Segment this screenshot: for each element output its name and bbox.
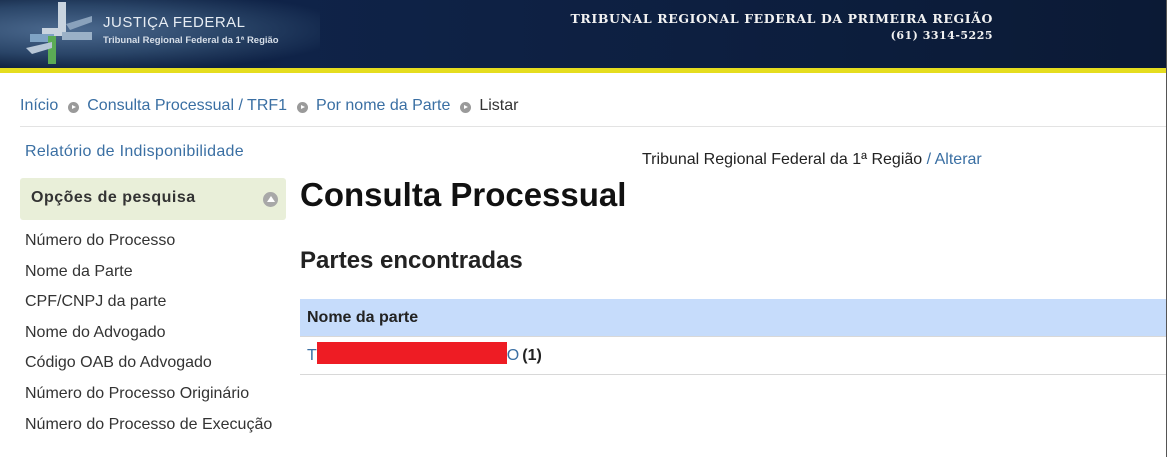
- redaction-block: [316, 342, 507, 365]
- brand-subtitle: Tribunal Regional Federal da 1ª Região: [103, 35, 279, 46]
- breadcrumb-item-consulta-processual[interactable]: Consulta Processual / TRF1: [87, 97, 287, 115]
- sidebar-item-codigo-oab[interactable]: Código OAB do Advogado: [25, 350, 275, 375]
- circle-arrow-right-icon: [68, 102, 80, 113]
- site-header: JUSTIÇA FEDERAL Tribunal Regional Federa…: [0, 0, 1166, 68]
- court-name: TRIBUNAL REGIONAL FEDERAL DA PRIMEIRA RE…: [570, 11, 993, 26]
- sidebar-item-numero-do-processo[interactable]: Número do Processo: [25, 228, 275, 253]
- breadcrumb-item-inicio[interactable]: Início: [20, 97, 58, 115]
- breadcrumb-item-por-nome-da-parte[interactable]: Por nome da Parte: [316, 97, 450, 115]
- brand-title: JUSTIÇA FEDERAL: [103, 14, 246, 31]
- table-row: T O (1): [300, 336, 1166, 375]
- breadcrumb: Início Consulta Processual / TRF1 Por no…: [20, 96, 518, 116]
- party-name-link[interactable]: TO: [307, 342, 520, 365]
- selected-tribunal: Tribunal Regional Federal da 1ª Região /…: [642, 151, 982, 169]
- sidebar-item-processo-originario[interactable]: Número do Processo Originário: [25, 381, 275, 406]
- change-tribunal-link[interactable]: Alterar: [935, 151, 982, 168]
- sidebar-item-processo-de-execucao[interactable]: Número do Processo de Execução: [25, 412, 275, 437]
- party-name-start: T: [307, 346, 317, 364]
- table-header-row: Nome da parte: [300, 299, 1166, 337]
- court-phone: (61) 3314-5225: [890, 29, 993, 42]
- tribunal-name: Tribunal Regional Federal da 1ª Região: [642, 151, 923, 168]
- page-title: Consulta Processual: [300, 176, 627, 213]
- parties-table: Nome da parte T O (1): [300, 299, 1166, 375]
- section-title: Partes encontradas: [300, 247, 523, 274]
- header-accent-bar: [0, 68, 1166, 73]
- circle-arrow-right-icon: [297, 102, 309, 113]
- breadcrumb-divider: [20, 126, 1166, 127]
- party-name-end: O: [506, 346, 520, 364]
- justica-federal-logo-icon[interactable]: [22, 2, 100, 66]
- search-options-title: Opções de pesquisa: [31, 189, 196, 206]
- circle-arrow-up-icon[interactable]: [263, 192, 278, 207]
- search-options-header[interactable]: Opções de pesquisa: [20, 178, 286, 220]
- party-cell: T O (1): [300, 336, 1166, 375]
- sidebar-item-cpf-cnpj[interactable]: CPF/CNPJ da parte: [25, 289, 275, 314]
- party-process-count: (1): [522, 346, 542, 364]
- column-header-nome-da-parte: Nome da parte: [300, 299, 1166, 337]
- report-unavailability-link[interactable]: Relatório de Indisponibilidade: [25, 143, 244, 161]
- tribunal-separator: /: [922, 151, 935, 168]
- circle-arrow-right-icon: [460, 102, 472, 113]
- sidebar-item-nome-do-advogado[interactable]: Nome do Advogado: [25, 320, 275, 345]
- sidebar-item-nome-da-parte[interactable]: Nome da Parte: [25, 259, 275, 284]
- page: JUSTIÇA FEDERAL Tribunal Regional Federa…: [0, 0, 1167, 457]
- search-options-menu: Número do Processo Nome da Parte CPF/CNP…: [25, 228, 275, 442]
- breadcrumb-item-listar: Listar: [479, 97, 519, 114]
